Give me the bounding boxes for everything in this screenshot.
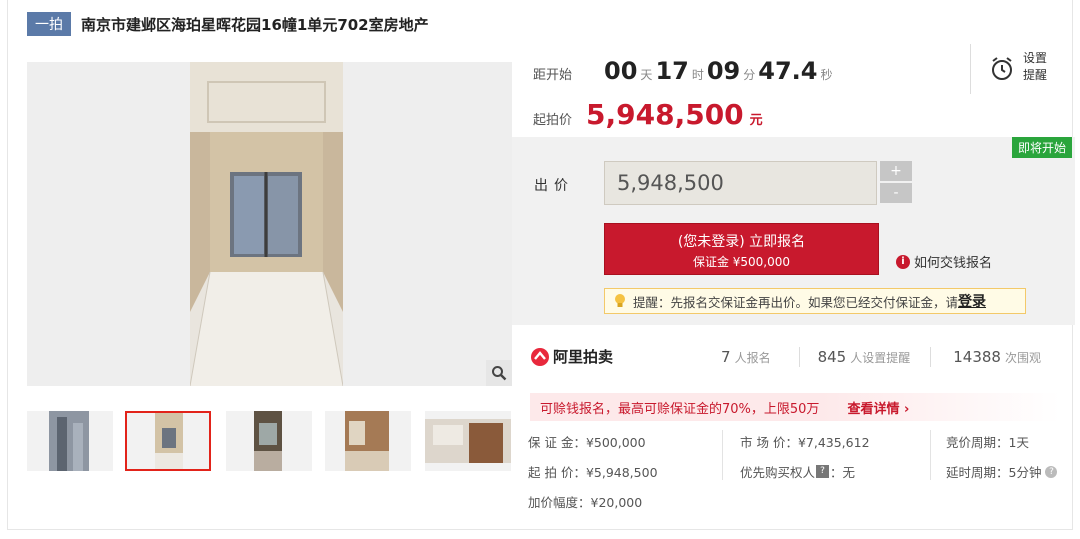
bid-label: 出价 — [534, 178, 574, 194]
alarm-clock-icon — [992, 57, 1012, 80]
stats-bar: 阿里拍卖 7 人报名 845 人设置提醒 14388 次围观 — [530, 346, 1078, 367]
priority-value: ：无 — [830, 465, 856, 480]
decrease-button[interactable]: - — [880, 183, 912, 203]
divider — [798, 346, 800, 367]
countdown-label: 距开始 — [533, 68, 573, 83]
promo-details-link[interactable]: 查看详情 › — [847, 398, 909, 417]
signup-count-label: 人报名 — [734, 350, 771, 365]
seconds-unit: 秒 — [820, 68, 833, 82]
countdown-minutes: 09 — [706, 57, 741, 85]
signup-deposit-label: 保证金 ¥500,000 — [692, 255, 791, 269]
start-price-row: 起拍价 5,948,500 元 — [533, 98, 763, 131]
main-image[interactable] — [27, 62, 512, 386]
promo-text: 可赊钱报名，最高可赊保证金的70%，上限50万 — [540, 401, 820, 417]
round-tag: 一拍 — [27, 12, 71, 36]
countdown: 距开始 00 天 17 时 09 分 47.4 秒 — [533, 57, 836, 85]
deposit-info: 保 证 金：¥500,000 — [528, 435, 646, 450]
divider — [930, 430, 931, 480]
delay-cycle-info: 延时周期：5分钟 ? — [946, 462, 1058, 481]
status-badge: 即将开始 — [1011, 137, 1072, 158]
info-icon: i — [896, 254, 910, 269]
set-reminder-button[interactable]: 设置 提醒 — [970, 44, 1060, 94]
help-icon[interactable]: ? — [1045, 465, 1058, 478]
signup-button[interactable]: (您未登录) 立即报名 保证金 ¥500,000 — [604, 223, 879, 275]
start-price-unit: 元 — [749, 113, 763, 128]
reminder-label: 设置 提醒 — [1023, 50, 1053, 84]
view-count-label: 次围观 — [1004, 350, 1041, 365]
reminder-count-label: 人设置提醒 — [850, 350, 911, 365]
reminder-label-line-1: 设置 — [1023, 51, 1048, 65]
signup-count-value: 7 — [721, 347, 731, 366]
start-price-label: 起拍价 — [533, 113, 573, 128]
login-notice: 提醒：先报名交保证金再出价。如果您已经交付保证金，请 登录 — [604, 288, 1026, 314]
days-unit: 天 — [640, 68, 653, 82]
countdown-seconds: 47.4 — [758, 57, 818, 85]
thumbnail-5[interactable] — [425, 411, 511, 471]
title-row: 一拍 南京市建邺区海珀星晖花园16幢1单元702室房地产 — [27, 12, 429, 36]
thumbnail-1[interactable] — [27, 411, 113, 471]
lightbulb-icon — [615, 294, 625, 307]
delay-cycle-text: 延时周期：5分钟 — [946, 465, 1042, 480]
bid-panel: 即将开始 出价 5,948,500 + - (您未登录) 立即报名 保证金 ¥5… — [512, 137, 1075, 325]
reminder-label-line-2: 提醒 — [1023, 68, 1048, 82]
bid-cycle-info: 竞价周期：1天 — [946, 435, 1029, 450]
brand-logo: 阿里拍卖 — [530, 346, 613, 367]
increment-info: 加价幅度：¥20,000 — [528, 495, 643, 510]
view-count-value: 14388 — [953, 347, 1001, 366]
ali-auction-logo-icon — [531, 347, 549, 366]
thumbnail-3[interactable] — [226, 411, 312, 471]
increase-button[interactable]: + — [880, 161, 912, 181]
signup-main-label: (您未登录) 立即报名 — [677, 234, 806, 250]
bid-input[interactable]: 5,948,500 — [604, 161, 877, 205]
minutes-unit: 分 — [743, 68, 756, 82]
room-photo — [190, 62, 343, 386]
credit-promo: 可赊钱报名，最高可赊保证金的70%，上限50万 查看详情 › — [530, 393, 1060, 421]
howto-label: 如何交钱报名 — [914, 256, 993, 271]
howto-link[interactable]: i 如何交钱报名 — [896, 252, 992, 271]
hours-unit: 时 — [691, 68, 704, 82]
priority-buyer-info: 优先购买权人 ? ：无 — [740, 462, 855, 481]
start-price-info: 起 拍 价：¥5,948,500 — [528, 465, 658, 480]
countdown-hours: 17 — [655, 57, 689, 85]
reminder-count-value: 845 — [817, 347, 847, 366]
reminder-count: 845 人设置提醒 — [818, 348, 911, 366]
priority-help-icon[interactable]: ? — [816, 465, 830, 478]
zoom-icon[interactable] — [486, 360, 512, 386]
divider — [930, 346, 932, 367]
signup-count: 7 人报名 — [721, 348, 771, 366]
brand-name: 阿里拍卖 — [553, 348, 614, 366]
countdown-days: 00 — [604, 57, 638, 85]
thumbnail-2[interactable] — [125, 411, 211, 471]
thumbnail-4[interactable] — [325, 411, 411, 471]
start-price-value: 5,948,500 — [586, 98, 744, 131]
page-title: 南京市建邺区海珀星晖花园16幢1单元702室房地产 — [81, 15, 429, 34]
login-link[interactable]: 登录 — [958, 291, 986, 311]
priority-label: 优先购买权人 — [740, 465, 816, 480]
view-count: 14388 次围观 — [953, 348, 1041, 366]
market-price-info: 市 场 价：¥7,435,612 — [740, 435, 870, 450]
notice-text: 提醒：先报名交保证金再出价。如果您已经交付保证金，请 — [633, 294, 959, 310]
divider — [722, 430, 723, 480]
